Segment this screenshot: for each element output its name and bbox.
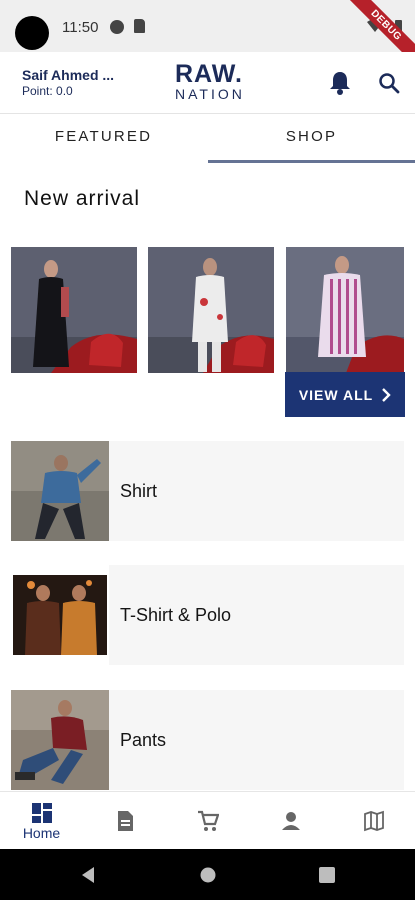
- logo-top-text: RAW.: [175, 60, 243, 88]
- view-all-label: VIEW ALL: [298, 386, 374, 403]
- person-icon: [282, 812, 300, 830]
- app-bar: Saif Ahmed ... Point: 0.0 RAW. NATION: [0, 52, 415, 114]
- product-photo-black-dress: [11, 247, 137, 373]
- nav-home[interactable]: Home: [0, 792, 83, 850]
- search-icon: [379, 73, 400, 94]
- wifi-battery-icon: [367, 19, 402, 33]
- back-icon[interactable]: [78, 865, 98, 885]
- tab-featured[interactable]: FEATURED: [0, 114, 207, 164]
- category-label: T-Shirt & Polo: [120, 605, 232, 625]
- bottom-navigation: Home: [0, 791, 415, 849]
- nav-profile[interactable]: [249, 792, 332, 850]
- category-thumbnail: [11, 565, 109, 665]
- document-icon: [118, 811, 133, 831]
- category-item-pants[interactable]: Pants: [11, 690, 404, 790]
- nav-home-label: Home: [22, 825, 61, 841]
- tab-shop[interactable]: SHOP: [208, 114, 415, 164]
- tab-indicator: [208, 160, 415, 163]
- arrival-product-image[interactable]: [11, 247, 137, 373]
- system-navigation-bar: [0, 849, 415, 900]
- arrival-product-image[interactable]: [148, 247, 274, 373]
- bell-icon: [330, 72, 350, 95]
- chevron-right-icon: [382, 387, 391, 402]
- category-photo-pants: [11, 690, 109, 790]
- category-thumbnail: [11, 690, 109, 790]
- camera-cutout: [15, 16, 49, 50]
- category-item-tshirt-polo[interactable]: T-Shirt & Polo: [11, 565, 404, 665]
- user-name[interactable]: Saif Ahmed ...: [22, 67, 114, 83]
- recents-icon[interactable]: [318, 866, 336, 884]
- nav-orders[interactable]: [83, 792, 166, 850]
- category-label: Shirt: [120, 481, 158, 501]
- status-bar: 11:50: [0, 0, 415, 52]
- home-icon: [32, 803, 52, 823]
- nav-cart[interactable]: [166, 792, 249, 850]
- home-circle-icon[interactable]: [199, 866, 217, 884]
- category-item-shirt[interactable]: Shirt: [11, 441, 404, 541]
- notifications-button[interactable]: [328, 70, 352, 96]
- status-time: 11:50: [62, 19, 99, 36]
- map-icon: [364, 810, 384, 832]
- brand-logo: RAW. NATION: [175, 62, 245, 106]
- category-photo-tshirt: [11, 565, 109, 665]
- new-arrival-title: New arrival: [24, 187, 141, 210]
- cart-icon: [198, 810, 219, 831]
- arrival-product-image[interactable]: [286, 247, 404, 373]
- search-button[interactable]: [377, 70, 401, 96]
- logo-bottom-text: NATION: [175, 86, 245, 102]
- category-thumbnail: [11, 441, 109, 541]
- category-photo-shirt: [11, 441, 109, 541]
- tab-bar: FEATURED SHOP: [0, 114, 415, 164]
- user-points: Point: 0.0: [22, 84, 73, 98]
- view-all-button[interactable]: VIEW ALL: [285, 372, 405, 417]
- product-photo-striped-kurta: [286, 247, 404, 373]
- nav-map[interactable]: [332, 792, 415, 850]
- category-label: Pants: [120, 730, 167, 750]
- product-photo-white-suit: [148, 247, 274, 373]
- globe-icon: [110, 20, 124, 34]
- sd-card-icon: [134, 19, 145, 33]
